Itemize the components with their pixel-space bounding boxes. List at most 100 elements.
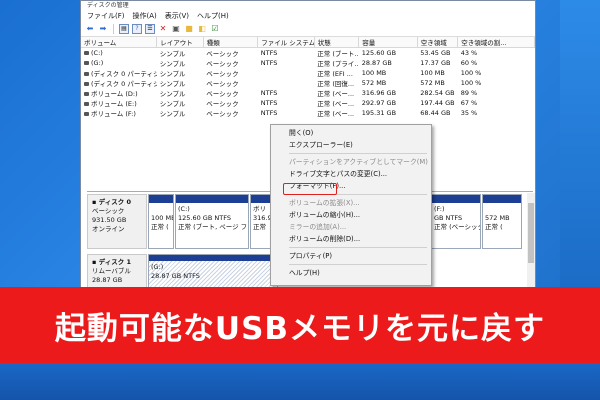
table-row[interactable]: (C:) シンプル ベーシック NTFS 正常 (ブート... 125.60 GB 53.4…: [81, 48, 535, 58]
table-cell: ベーシック: [206, 60, 239, 68]
close-x-icon[interactable]: ✕: [158, 24, 168, 34]
table-row[interactable]: ボリューム (E:) シンプル ベーシック NTFS 正常 (ベー... 292.97 G…: [81, 98, 535, 108]
table-cell: 572 MB: [361, 79, 387, 87]
partition-header-bar: [432, 195, 480, 203]
table-row[interactable]: (ディスク 0 パーティシ...シンプル ベーシック 正常 (EFI ... 100 …: [81, 68, 535, 78]
volume-name: ボリューム (F:): [91, 110, 136, 118]
partition-efi[interactable]: 100 ME 正常 (: [148, 194, 174, 249]
menu-separator: [289, 194, 427, 195]
disk-0-label[interactable]: ▪ ディスク 0 ベーシック 931.50 GB オンライン: [87, 194, 147, 249]
menu-separator: [289, 247, 427, 248]
table-cell: ベーシック: [206, 100, 239, 108]
partition-c[interactable]: (C:) 125.60 GB NTFS 正常 (ブート, ページ フ: [175, 194, 249, 249]
volume-icon: [84, 61, 89, 65]
menu-item-properties[interactable]: プロパティ(P): [271, 250, 431, 262]
table-cell: 195.31 GB: [361, 109, 397, 117]
partition-size: 125.60 GB NTFS: [178, 214, 231, 222]
table-cell: 35 %: [460, 109, 478, 117]
column-header[interactable]: 状態: [314, 37, 360, 48]
title-banner: 起動可能なUSBメモリを元に戻す: [0, 287, 600, 363]
table-cell: シンプル: [159, 60, 186, 68]
volume-icon: [84, 51, 89, 55]
table-cell: 67 %: [460, 99, 478, 107]
forward-arrow-icon[interactable]: ➡: [98, 24, 108, 34]
menu-action[interactable]: 操作(A): [133, 11, 157, 21]
back-arrow-icon[interactable]: ⬅: [85, 24, 95, 34]
volume-name: (ディスク 0 パーティシ...: [91, 80, 157, 88]
volume-name: ボリューム (E:): [91, 100, 137, 108]
column-header[interactable]: 空き領域: [417, 37, 459, 48]
menu-help[interactable]: ヘルプ(H): [197, 11, 229, 21]
volume-icon: [84, 72, 89, 76]
table-cell: 正常 (ベー...: [317, 110, 355, 118]
table-row[interactable]: ボリューム (F:) シンプル ベーシック NTFS 正常 (ベー... 195.31 G…: [81, 108, 535, 118]
partition-recovery[interactable]: 572 MB 正常 (: [482, 194, 522, 249]
column-header[interactable]: 容量: [358, 37, 418, 48]
rescan-icon[interactable]: ◧: [197, 24, 207, 34]
table-cell: NTFS: [260, 49, 278, 57]
menu-item-format[interactable]: フォーマット(F)...: [271, 180, 431, 192]
table-cell: シンプル: [159, 70, 186, 78]
menu-item-open[interactable]: 開く(O): [271, 127, 431, 139]
volume-icon: [84, 82, 89, 86]
menu-file[interactable]: ファイル(F): [87, 11, 125, 21]
column-header[interactable]: 種類: [203, 37, 259, 48]
table-cell: 89 %: [460, 89, 478, 97]
disk-size: 28.87 GB: [92, 276, 123, 284]
table-row[interactable]: ボリューム (D:) シンプル ベーシック NTFS 正常 (ベー... 316.96 G…: [81, 88, 535, 98]
scrollbar-thumb[interactable]: [528, 203, 534, 263]
volume-name: (ディスク 0 パーティシ...: [91, 70, 157, 78]
menu-item-change-drive-letter[interactable]: ドライブ文字とパスの変更(C)...: [271, 168, 431, 180]
disk-type: ベーシック: [92, 207, 125, 215]
partition-size: 100 ME: [151, 214, 174, 222]
table-cell: シンプル: [159, 80, 186, 88]
partition-size: GB NTFS: [434, 214, 463, 222]
bottom-background: [0, 363, 600, 400]
table-cell: NTFS: [260, 59, 278, 67]
volume-rows: (C:) シンプル ベーシック NTFS 正常 (ブート... 125.60 GB 53.4…: [81, 48, 535, 118]
volume-name: ボリューム (D:): [91, 90, 138, 98]
table-cell: シンプル: [159, 110, 186, 118]
volume-icon: [84, 92, 89, 96]
folder-icon[interactable]: ■: [184, 24, 194, 34]
menu-item-help[interactable]: ヘルプ(H): [271, 267, 431, 279]
partition-header-bar: [176, 195, 248, 203]
volume-list-table: ボリューム レイアウト 種類 ファイル システム 状態 容量 空き領域 空き領域…: [81, 37, 535, 118]
table-cell: 197.44 GB: [420, 99, 455, 107]
menu-item-shrink-volume[interactable]: ボリュームの縮小(H)...: [271, 209, 431, 221]
partition-name: (F:): [434, 205, 445, 213]
table-cell: 316.96 GB: [361, 89, 397, 97]
table-cell: 292.97 GB: [361, 99, 397, 107]
console-tree-icon[interactable]: ▤: [119, 24, 129, 34]
partition-size: 28.87 GB NTFS: [151, 272, 200, 280]
table-cell: NTFS: [260, 109, 278, 117]
table-row[interactable]: (G:) シンプル ベーシック NTFS 正常 (プライ... 28.87 GB 17.37…: [81, 58, 535, 68]
partition-status: 正常 (ブート, ページ フ: [178, 223, 248, 231]
volume-name: (C:): [91, 49, 103, 57]
column-header[interactable]: ボリューム: [81, 37, 158, 48]
partition-f[interactable]: (F:)GB NTFS正常 (ベーシック デー: [431, 194, 481, 249]
menu-item-explorer[interactable]: エクスプローラー(E): [271, 139, 431, 151]
column-header[interactable]: ファイル システム: [257, 37, 315, 48]
table-cell: ベーシック: [206, 70, 239, 78]
table-cell: NTFS: [260, 89, 278, 97]
help-icon[interactable]: ?: [132, 24, 142, 34]
table-cell: 28.87 GB: [361, 59, 392, 67]
menu-item-mark-active: パーティションをアクティブとしてマーク(M): [289, 158, 428, 166]
properties-icon[interactable]: ▣: [171, 24, 181, 34]
list-view-icon[interactable]: ☰: [145, 24, 155, 34]
partition-status: 正常 (ベーシック デー: [434, 223, 481, 231]
partition-name: [151, 205, 171, 214]
menu-item-delete-volume[interactable]: ボリュームの削除(D)...: [271, 233, 431, 245]
check-icon[interactable]: ☑: [210, 24, 220, 34]
menu-separator: [289, 264, 427, 265]
table-cell: 正常 (回復...: [317, 80, 355, 88]
table-row[interactable]: (ディスク 0 パーティシ...シンプル ベーシック 正常 (回復... 572 MB…: [81, 78, 535, 88]
vertical-scrollbar[interactable]: [527, 193, 535, 291]
table-cell: ベーシック: [206, 80, 239, 88]
table-cell: NTFS: [260, 99, 278, 107]
column-header[interactable]: 空き領域の割...: [457, 37, 535, 48]
menu-view[interactable]: 表示(V): [165, 11, 189, 21]
table-cell: 100 MB: [420, 69, 445, 77]
column-header[interactable]: レイアウト: [156, 37, 204, 48]
